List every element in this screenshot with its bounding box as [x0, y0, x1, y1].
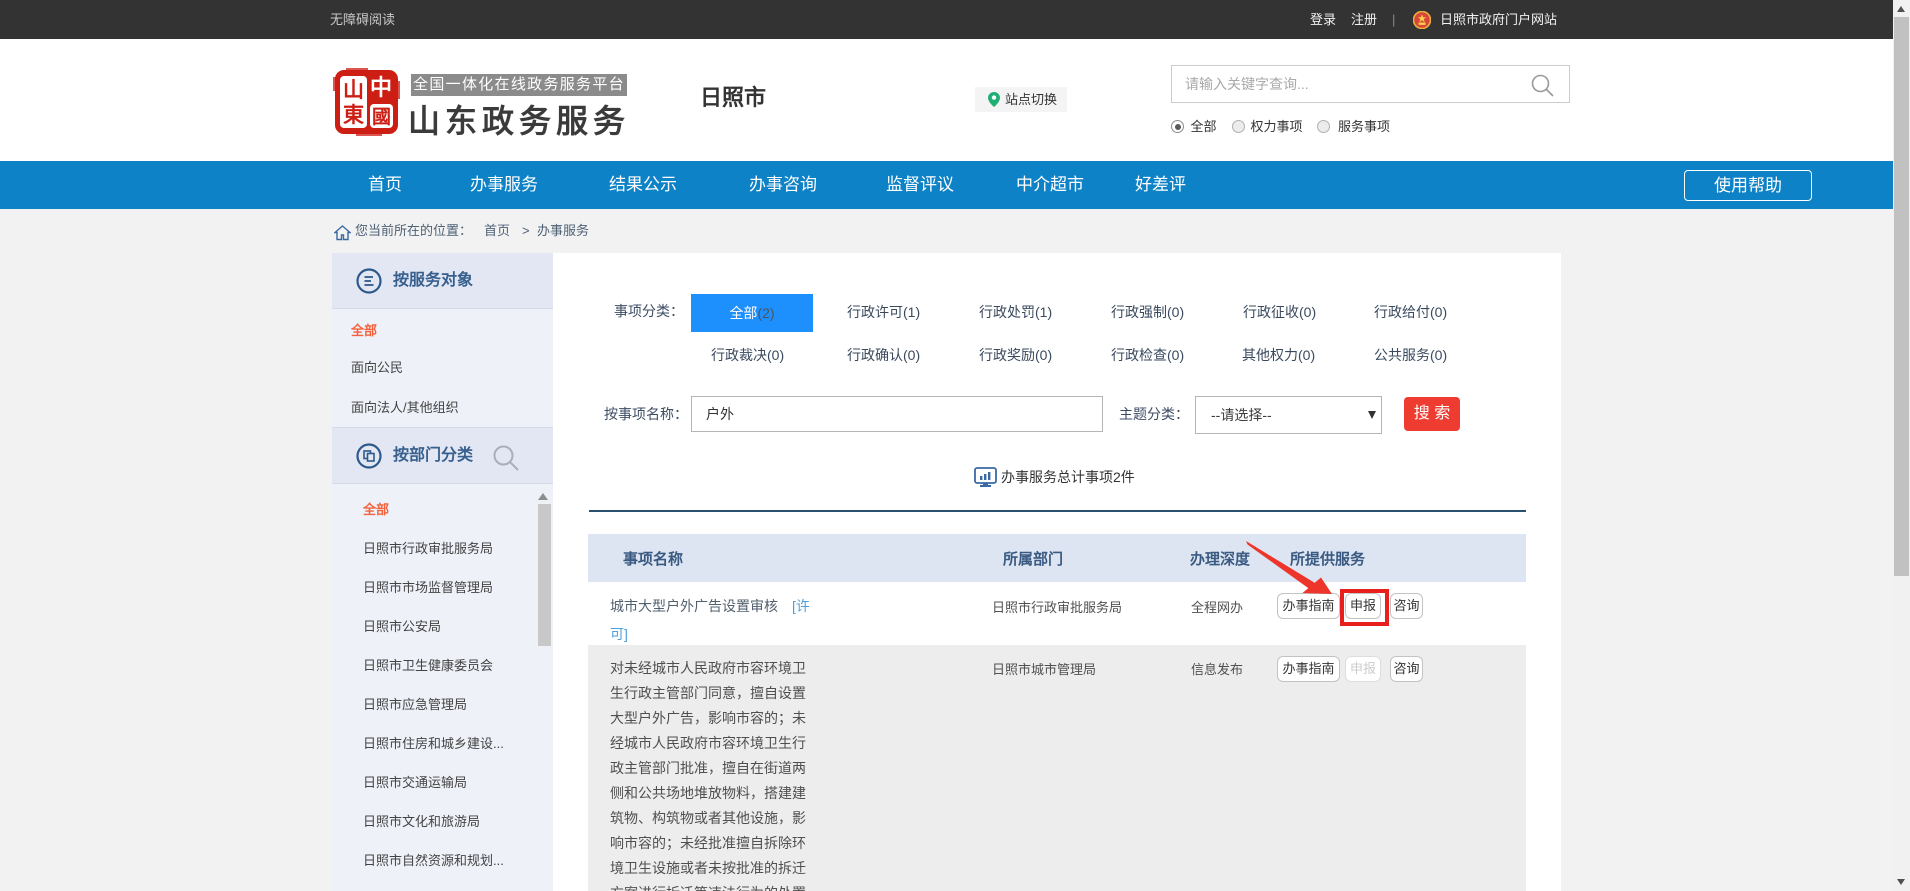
svg-text:國: 國: [372, 106, 391, 128]
svg-text:東: 東: [343, 104, 364, 127]
svg-text:山: 山: [343, 79, 364, 102]
svg-text:中: 中: [370, 75, 392, 100]
